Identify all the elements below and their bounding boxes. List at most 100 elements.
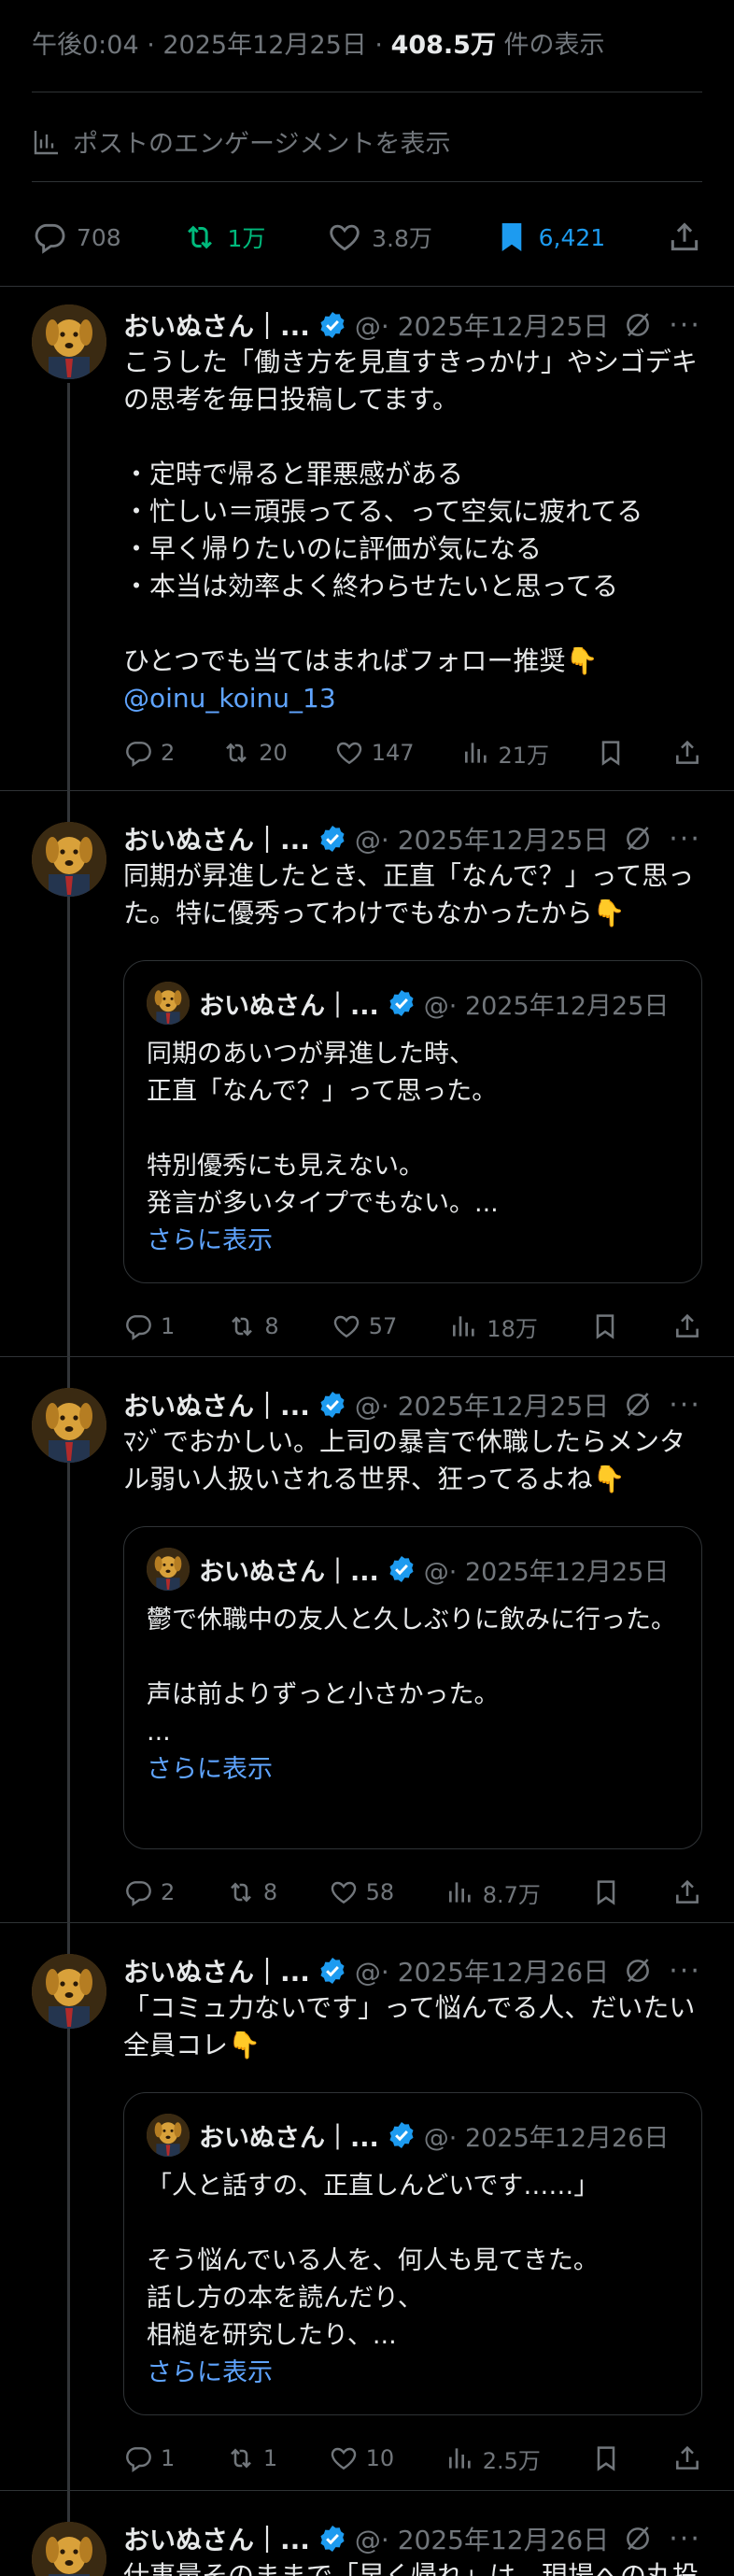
repost-button[interactable]: 8 — [227, 1311, 279, 1341]
avatar[interactable] — [32, 2522, 106, 2576]
reply-count: 2 — [161, 740, 176, 766]
quote-avatar — [147, 982, 190, 1025]
post-date[interactable]: @· 2025年12月25日 — [355, 820, 609, 857]
like-button[interactable]: 57 — [332, 1311, 397, 1341]
verified-badge-icon — [318, 1956, 347, 1986]
grok-icon[interactable] — [622, 1389, 654, 1421]
post-date[interactable]: @· 2025年12月25日 — [355, 306, 609, 344]
share-button[interactable] — [672, 2443, 702, 2473]
reply-count: 2 — [161, 1879, 176, 1905]
repost-button[interactable]: 8 — [226, 1877, 277, 1907]
bookmark-button[interactable]: 6,421 — [494, 219, 605, 255]
grok-icon[interactable] — [622, 309, 654, 341]
author-name[interactable]: おいぬさん｜... — [123, 1386, 310, 1423]
view-engagement-link[interactable]: ポストのエンゲージメントを表示 — [32, 123, 450, 160]
bookmark-button[interactable] — [590, 1311, 620, 1341]
more-options-icon[interactable]: ··· — [669, 1955, 701, 1988]
reply-button[interactable]: 2 — [123, 1877, 175, 1907]
views-count: 18万 — [487, 1315, 538, 1342]
post-header: おいぬさん｜... @· 2025年12月26日 ··· — [123, 1952, 712, 1989]
like-button[interactable]: 58 — [329, 1877, 394, 1907]
mention-link[interactable]: @oinu_koinu_13 — [123, 683, 336, 714]
reply-icon — [123, 1311, 153, 1341]
quote-date: @· 2025年12月25日 — [423, 1557, 670, 1587]
reply-button[interactable]: 1 — [123, 2443, 175, 2473]
bookmark-icon — [591, 1877, 621, 1907]
reply-button[interactable]: 708 — [32, 219, 121, 255]
views-count: 2.5万 — [482, 2447, 541, 2474]
share-button[interactable] — [672, 738, 702, 768]
like-icon — [327, 219, 362, 255]
quote-body: 同期のあいつが昇進した時、 正直「なんで？」って思った。 特別優秀にも見えない。… — [147, 1040, 499, 1218]
more-options-icon[interactable]: ··· — [669, 823, 701, 856]
share-button[interactable] — [672, 1311, 702, 1341]
views-button[interactable]: 2.5万 — [445, 2442, 541, 2475]
repost-icon — [227, 1311, 257, 1341]
views-label: 件の表示 — [495, 31, 605, 60]
like-button[interactable]: 3.8万 — [327, 219, 432, 255]
author-name[interactable]: おいぬさん｜... — [123, 306, 310, 344]
more-options-icon[interactable]: ··· — [669, 1389, 701, 1422]
show-more-link[interactable]: さらに表示 — [147, 2358, 273, 2387]
avatar[interactable] — [32, 822, 106, 897]
author-name[interactable]: おいぬさん｜... — [123, 2520, 310, 2557]
like-icon — [329, 1877, 359, 1907]
bookmark-button[interactable] — [596, 738, 626, 768]
avatar[interactable] — [32, 1954, 106, 2029]
quote-header: おいぬさん｜... @· 2025年12月25日 — [147, 1548, 686, 1591]
show-more-link[interactable]: さらに表示 — [147, 1226, 273, 1255]
quote-date: @· 2025年12月25日 — [423, 991, 670, 1021]
engagement-chart-icon — [32, 127, 62, 157]
more-options-icon[interactable]: ··· — [669, 2523, 701, 2555]
quoted-post[interactable]: おいぬさん｜... @· 2025年12月25日 鬱で休職中の友人と久しぶりに飲… — [123, 1526, 702, 1849]
share-button[interactable] — [667, 219, 702, 255]
post-actions: 2 8 58 8.7万 — [123, 1874, 702, 1911]
grok-icon[interactable] — [622, 1955, 654, 1987]
reply-icon — [123, 1877, 153, 1907]
repost-button[interactable]: 20 — [221, 738, 288, 768]
grok-icon[interactable] — [622, 823, 654, 855]
author-name[interactable]: おいぬさん｜... — [123, 1952, 310, 1989]
more-options-icon[interactable]: ··· — [669, 309, 701, 342]
share-button[interactable] — [672, 1877, 702, 1907]
main-post-actions: 708 1万 3.8万 6,421 — [32, 211, 702, 263]
verified-badge-icon — [318, 310, 347, 340]
thread-post: おいぬさん｜... @· 2025年12月26日 ··· 「コミュ力ないです」っ… — [0, 1922, 734, 2490]
reply-count: 1 — [161, 2445, 176, 2471]
timestamp: 午後0:04 · 2025年12月25日 · — [32, 31, 391, 60]
grok-icon[interactable] — [622, 2523, 654, 2555]
post-date[interactable]: @· 2025年12月26日 — [355, 2520, 609, 2557]
like-button[interactable]: 10 — [329, 2443, 394, 2473]
quoted-post[interactable]: おいぬさん｜... @· 2025年12月25日 同期のあいつが昇進した時、 正… — [123, 960, 702, 1283]
avatar[interactable] — [32, 304, 106, 379]
repost-icon — [182, 219, 218, 255]
views-button[interactable]: 8.7万 — [445, 1876, 541, 1909]
bookmark-filled-icon — [494, 219, 529, 255]
repost-button[interactable]: 1 — [226, 2443, 277, 2473]
like-icon — [329, 2443, 359, 2473]
quoted-post[interactable]: おいぬさん｜... @· 2025年12月26日 「人と話すの、正直しんどいです… — [123, 2092, 702, 2415]
bookmark-button[interactable] — [591, 2443, 621, 2473]
post-actions: 2 20 147 21万 — [123, 734, 702, 771]
post-date[interactable]: @· 2025年12月25日 — [355, 1386, 609, 1423]
bookmark-button[interactable] — [591, 1877, 621, 1907]
author-name[interactable]: おいぬさん｜... — [123, 820, 310, 857]
views-button[interactable]: 21万 — [461, 737, 549, 770]
post-date[interactable]: @· 2025年12月26日 — [355, 1952, 609, 1989]
thread-post: おいぬさん｜... @· 2025年12月25日 ··· 同期が昇進したとき、正… — [0, 790, 734, 1356]
repost-count: 8 — [262, 1879, 278, 1905]
reply-button[interactable]: 2 — [123, 738, 175, 768]
like-button[interactable]: 147 — [334, 738, 415, 768]
quote-text: 「人と話すの、正直しんどいです……」 そう悩んでいる人を、何人も見てきた。 話し… — [147, 2168, 683, 2392]
reply-button[interactable]: 1 — [123, 1311, 175, 1341]
repost-icon — [226, 1877, 256, 1907]
repost-icon — [221, 738, 251, 768]
verified-badge-icon — [318, 1390, 347, 1420]
like-icon — [334, 738, 364, 768]
avatar[interactable] — [32, 1388, 106, 1463]
post-timestamp-views: 午後0:04 · 2025年12月25日 · 408.5万 件の表示 — [32, 24, 605, 61]
repost-button[interactable]: 1万 — [182, 219, 265, 255]
views-button[interactable]: 18万 — [449, 1310, 538, 1343]
quote-text: 同期のあいつが昇進した時、 正直「なんで？」って思った。 特別優秀にも見えない。… — [147, 1036, 683, 1260]
show-more-link[interactable]: さらに表示 — [147, 1755, 273, 1784]
